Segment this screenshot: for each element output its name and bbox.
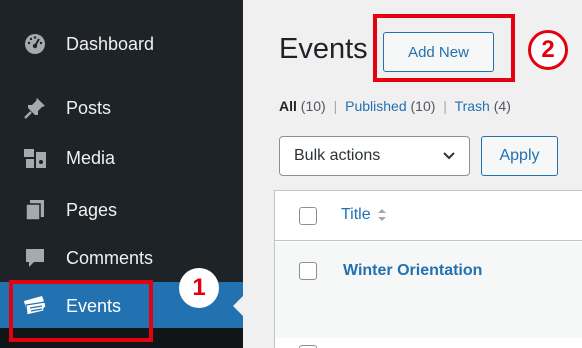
comments-icon <box>22 245 48 271</box>
table-row: Winter Orientation <box>275 242 582 338</box>
row-checkbox[interactable] <box>299 262 317 280</box>
page-title: Events <box>279 33 368 65</box>
pin-icon <box>22 95 48 121</box>
filter-trash-count: (4) <box>493 98 511 114</box>
filter-all-count: (10) <box>300 98 326 114</box>
pages-icon <box>22 197 48 223</box>
step-badge-1: 1 <box>179 268 219 308</box>
annotation-box-1 <box>9 280 153 342</box>
sidebar-item-label: Media <box>66 147 116 168</box>
filter-separator: | <box>443 98 447 114</box>
status-filters: All (10) | Published (10) | Trash (4) <box>279 98 511 114</box>
step-badge-2: 2 <box>528 30 568 70</box>
bulk-actions-select[interactable]: Bulk actions <box>279 136 470 176</box>
sort-icon <box>377 209 386 221</box>
event-title-link[interactable]: Winter Orientation <box>343 262 482 280</box>
sidebar-item-label: Comments <box>66 247 154 268</box>
column-title-header[interactable]: Title <box>341 206 387 224</box>
table-header: Title <box>275 191 582 241</box>
column-title-label: Title <box>341 206 371 223</box>
bulk-actions-value: Bulk actions <box>294 147 381 164</box>
annotation-box-2 <box>373 14 515 82</box>
active-indicator <box>233 296 243 316</box>
apply-button[interactable]: Apply <box>481 136 558 176</box>
media-icon <box>22 145 48 171</box>
filter-separator: | <box>333 98 338 114</box>
dashboard-icon <box>22 31 48 57</box>
chevron-down-icon <box>443 152 455 160</box>
sidebar-item-label: Dashboard <box>66 33 155 54</box>
filter-trash[interactable]: Trash <box>455 98 490 114</box>
filter-published[interactable]: Published <box>345 98 407 114</box>
sidebar-item-media[interactable]: Media <box>0 134 243 182</box>
events-table: Title Winter Orientation <box>274 190 582 348</box>
filter-published-count: (10) <box>410 98 436 114</box>
sidebar-item-label: Pages <box>66 199 118 220</box>
sidebar-item-label: Posts <box>66 97 112 118</box>
sidebar-item-pages[interactable]: Pages <box>0 186 243 234</box>
select-all-checkbox[interactable] <box>299 207 317 225</box>
sidebar-item-dashboard[interactable]: Dashboard <box>0 20 243 68</box>
filter-all[interactable]: All <box>279 98 297 114</box>
sidebar-item-posts[interactable]: Posts <box>0 84 243 132</box>
